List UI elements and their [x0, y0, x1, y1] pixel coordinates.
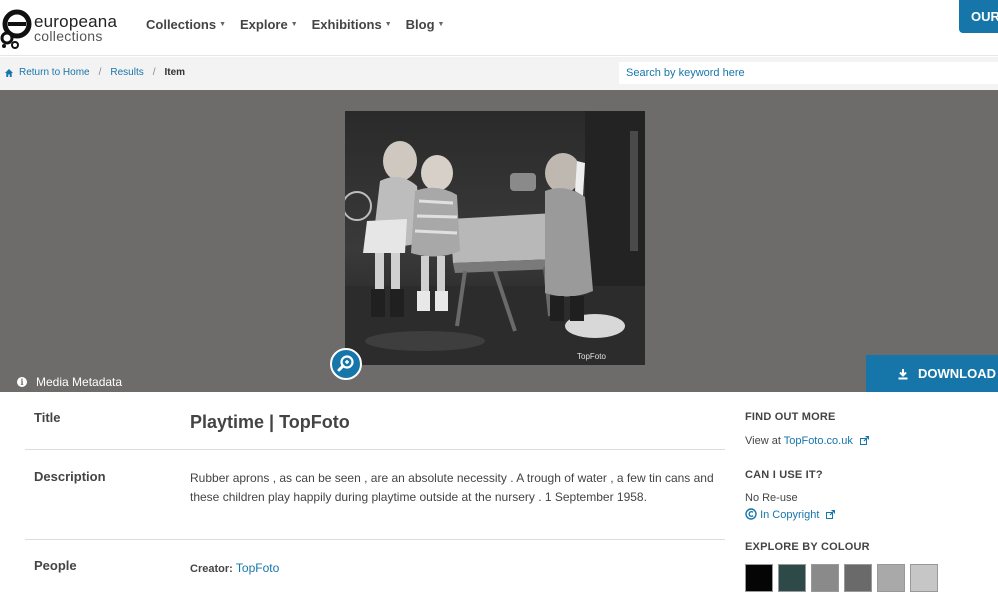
breadcrumb-home-link[interactable]: Return to Home — [19, 67, 90, 78]
colour-swatch[interactable] — [745, 564, 773, 592]
photo-watermark: TopFoto — [577, 352, 606, 361]
main-nav: Collections ▼ Explore ▼ Exhibitions ▼ Blog ▼ — [146, 17, 458, 32]
europeana-logo[interactable]: europeana collections — [0, 6, 130, 50]
view-at-line: View at TopFoto.co.uk — [745, 435, 869, 447]
search-input[interactable] — [619, 62, 998, 84]
colour-swatch[interactable] — [877, 564, 905, 592]
view-at-label: View at — [745, 435, 781, 447]
colour-swatch[interactable] — [811, 564, 839, 592]
can-i-use-heading: CAN I USE IT? — [745, 469, 823, 481]
zoom-button[interactable] — [330, 348, 362, 380]
nav-blog[interactable]: Blog ▼ — [406, 17, 445, 32]
chevron-down-icon: ▼ — [219, 21, 227, 28]
breadcrumb-separator: / — [98, 67, 102, 78]
copyright-icon — [745, 508, 757, 520]
divider — [25, 539, 725, 540]
download-button[interactable]: DOWNLOAD — [866, 355, 998, 392]
item-details: Title Playtime | TopFoto — [25, 392, 725, 450]
colour-swatch[interactable] — [910, 564, 938, 592]
creator-line: Creator: TopFoto — [190, 561, 279, 575]
colour-swatch[interactable] — [844, 564, 872, 592]
home-icon — [5, 68, 13, 77]
rights-text: No Re-use — [745, 492, 798, 504]
explore-colour-heading: EXPLORE BY COLOUR — [745, 541, 870, 553]
breadcrumb-separator: / — [152, 67, 156, 78]
media-metadata-label: Media Metadata — [36, 375, 123, 389]
breadcrumb-current: Item — [164, 67, 186, 78]
rights-link[interactable]: In Copyright — [760, 509, 819, 521]
media-metadata-link[interactable]: i Media Metadata — [17, 375, 122, 389]
nav-collections-label: Collections — [146, 17, 217, 32]
media-viewer: TopFoto i Media Metadata DOWNLOAD — [0, 90, 998, 392]
nav-exhibitions[interactable]: Exhibitions ▼ — [312, 17, 392, 32]
info-icon: i — [17, 377, 27, 387]
download-label: DOWNLOAD — [918, 366, 996, 381]
external-link-icon — [859, 436, 869, 445]
nav-exhibitions-label: Exhibitions — [311, 17, 382, 32]
item-photo-image: TopFoto — [345, 111, 645, 365]
title-label: Title — [34, 410, 61, 425]
chevron-down-icon: ▼ — [290, 21, 298, 28]
creator-label: Creator: — [190, 563, 233, 575]
breadcrumb-results-link[interactable]: Results — [110, 67, 143, 78]
description-text: Rubber aprons , as can be seen , are an … — [190, 471, 714, 504]
nav-explore[interactable]: Explore ▼ — [240, 17, 298, 32]
rights-line: In Copyright — [745, 508, 836, 521]
download-icon — [898, 368, 908, 379]
description-label: Description — [34, 469, 106, 484]
provider-link[interactable]: TopFoto.co.uk — [784, 435, 853, 447]
logo-subtitle: collections — [34, 28, 103, 44]
magnifier-icon — [337, 355, 354, 372]
detail-row-title: Title Playtime | TopFoto — [25, 392, 725, 450]
our-button[interactable]: OUR — [959, 0, 998, 33]
external-link-icon — [826, 510, 836, 519]
logo-wordmark: europeana — [34, 12, 118, 31]
item-photo[interactable]: TopFoto — [345, 111, 645, 365]
chevron-down-icon: ▼ — [437, 21, 445, 28]
find-out-more-heading: FIND OUT MORE — [745, 411, 836, 423]
chevron-down-icon: ▼ — [384, 21, 392, 28]
people-label: People — [34, 558, 77, 573]
nav-collections[interactable]: Collections ▼ — [146, 17, 226, 32]
site-header: europeana collections Collections ▼ Explo… — [0, 0, 998, 56]
colour-swatch[interactable] — [778, 564, 806, 592]
breadcrumb: Return to Home / Results / Item — [4, 67, 185, 78]
item-title: Playtime | TopFoto — [190, 412, 350, 432]
nav-blog-label: Blog — [405, 17, 435, 32]
nav-explore-label: Explore — [240, 17, 288, 32]
creator-link[interactable]: TopFoto — [236, 561, 279, 575]
